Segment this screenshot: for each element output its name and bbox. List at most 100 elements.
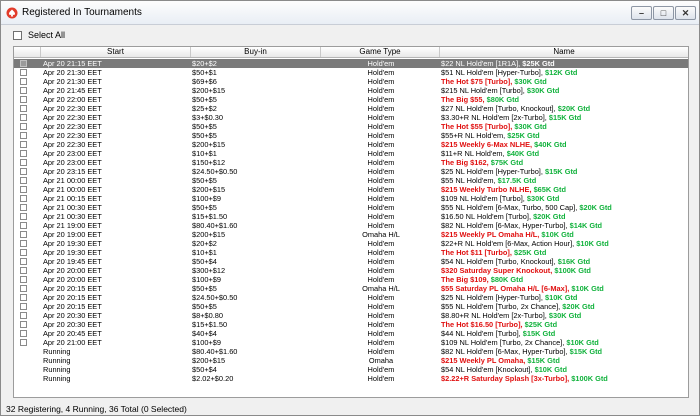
row-checkbox[interactable]	[20, 132, 27, 139]
row-checkbox[interactable]	[20, 312, 27, 319]
table-row[interactable]: Apr 20 20:15 EET $50+$5 Omaha H/L $55 Satur…	[14, 284, 688, 293]
row-checkbox[interactable]	[20, 204, 27, 211]
buyin-cell: $100+$9	[192, 194, 221, 203]
table-row[interactable]: Running $200+$15 Omaha $215 Weekly PL Omaha…	[14, 356, 688, 365]
table-row[interactable]: Apr 20 19:45 EET $50+$4 Hold'em $54 NL Hold…	[14, 257, 688, 266]
table-row[interactable]: Apr 20 21:30 EET $50+$1 Hold'em $51 NL Hold…	[14, 68, 688, 77]
table-row[interactable]: Apr 21 00:00 EET $50+$5 Hold'em $55 NL Hold…	[14, 176, 688, 185]
row-checkbox-cell	[20, 185, 29, 194]
row-checkbox[interactable]	[20, 78, 27, 85]
table-row[interactable]: Apr 20 21:00 EET $100+$9 Hold'em $109 NL Ho…	[14, 338, 688, 347]
table-row[interactable]: Apr 20 23:00 EET $10+$1 Hold'em $11+R NL Ho…	[14, 149, 688, 158]
row-checkbox-cell	[20, 86, 29, 95]
row-checkbox-cell	[20, 302, 29, 311]
table-row[interactable]: Apr 21 19:00 EET $80.40+$1.60 Hold'em $82 N…	[14, 221, 688, 230]
row-checkbox[interactable]	[20, 294, 27, 301]
row-checkbox-cell	[20, 293, 29, 302]
table-row[interactable]: Apr 20 21:30 EET $69+$6 Hold'em The Hot $75…	[14, 77, 688, 86]
row-checkbox[interactable]	[20, 114, 27, 121]
row-checkbox[interactable]	[20, 267, 27, 274]
table-row[interactable]: Apr 20 19:30 EET $10+$1 Hold'em The Hot $11…	[14, 248, 688, 257]
table-row[interactable]: Apr 20 19:00 EET $200+$15 Omaha H/L $215 We…	[14, 230, 688, 239]
row-checkbox[interactable]	[20, 186, 27, 193]
row-checkbox[interactable]	[20, 195, 27, 202]
table-row[interactable]: Apr 20 20:00 EET $100+$9 Hold'em The Big $1…	[14, 275, 688, 284]
row-checkbox[interactable]	[20, 276, 27, 283]
row-checkbox[interactable]	[20, 339, 27, 346]
row-checkbox[interactable]	[20, 285, 27, 292]
select-all-checkbox[interactable]	[13, 30, 22, 40]
table-row[interactable]: Apr 20 20:30 EET $15+$1.50 Hold'em The Hot …	[14, 320, 688, 329]
row-checkbox[interactable]	[20, 213, 27, 220]
row-checkbox[interactable]	[20, 168, 27, 175]
maximize-button[interactable]: □	[653, 6, 674, 20]
row-checkbox-cell	[20, 77, 29, 86]
table-row[interactable]: Apr 21 00:15 EET $100+$9 Hold'em $109 NL Ho…	[14, 194, 688, 203]
select-all[interactable]: Select All	[13, 29, 65, 41]
table-row[interactable]: Apr 20 21:15 EET $20+$2 Hold'em $22 NL Hold…	[14, 59, 688, 68]
row-checkbox[interactable]	[20, 321, 27, 328]
row-checkbox[interactable]	[20, 240, 27, 247]
title-bar[interactable]: Registered In Tournaments – □ ✕	[1, 1, 699, 25]
header-game-type[interactable]: Game Type	[321, 47, 440, 57]
row-checkbox[interactable]	[20, 330, 27, 337]
guarantee: $15K Gtd	[522, 329, 556, 338]
table-row[interactable]: Running $2.02+$0.20 Hold'em $2.22+R Saturda…	[14, 374, 688, 383]
header-start[interactable]: Start	[41, 47, 191, 57]
table-row[interactable]: Apr 20 20:45 EET $40+$4 Hold'em $44 NL Hold…	[14, 329, 688, 338]
game-type-cell: Hold'em	[367, 185, 395, 194]
table-row[interactable]: Apr 20 22:30 EET $50+$5 Hold'em $55+R NL Ho…	[14, 131, 688, 140]
row-checkbox[interactable]	[20, 60, 27, 67]
header-buyin[interactable]: Buy-in	[191, 47, 321, 57]
guarantee: $20K Gtd	[557, 104, 591, 113]
tournament-name: The Hot $75 [Turbo],	[441, 77, 515, 86]
name-cell: $55 NL Hold'em [6-Max, Turbo, 500 Cap], …	[441, 203, 686, 212]
row-checkbox[interactable]	[20, 258, 27, 265]
game-type-cell: Hold'em	[367, 158, 395, 167]
row-checkbox[interactable]	[20, 177, 27, 184]
table-row[interactable]: Apr 20 22:30 EET $25+$2 Hold'em $27 NL Hold…	[14, 104, 688, 113]
table-row[interactable]: Apr 21 00:30 EET $50+$5 Hold'em $55 NL Hold…	[14, 203, 688, 212]
row-checkbox[interactable]	[20, 303, 27, 310]
table-row[interactable]: Apr 20 22:30 EET $50+$5 Hold'em The Hot $55…	[14, 122, 688, 131]
buyin-cell: $200+$15	[192, 140, 226, 149]
row-checkbox[interactable]	[20, 222, 27, 229]
table-row[interactable]: Apr 20 19:30 EET $20+$2 Hold'em $22+R NL Ho…	[14, 239, 688, 248]
row-checkbox[interactable]	[20, 123, 27, 130]
minimize-button[interactable]: –	[631, 6, 652, 20]
game-type-cell: Omaha H/L	[362, 284, 400, 293]
row-checkbox[interactable]	[20, 105, 27, 112]
table-row[interactable]: Running $80.40+$1.60 Hold'em $82 NL Hold'em…	[14, 347, 688, 356]
table-row[interactable]: Apr 21 00:00 EET $200+$15 Hold'em $215 Week…	[14, 185, 688, 194]
row-checkbox[interactable]	[20, 231, 27, 238]
guarantee: $15K Gtd	[548, 113, 582, 122]
table-row[interactable]: Apr 20 22:00 EET $50+$5 Hold'em The Big $55…	[14, 95, 688, 104]
table-row[interactable]: Apr 20 21:45 EET $200+$15 Hold'em $215 NL H…	[14, 86, 688, 95]
buyin-cell: $50+$5	[192, 95, 217, 104]
table-row[interactable]: Apr 20 22:30 EET $3+$0.30 Hold'em $3.30+R N…	[14, 113, 688, 122]
row-checkbox[interactable]	[20, 159, 27, 166]
tournament-name: $55 NL Hold'em [Turbo, 2x Chance],	[441, 302, 563, 311]
table-row[interactable]: Apr 20 20:00 EET $300+$12 Hold'em $320 Satu…	[14, 266, 688, 275]
table-row[interactable]: Apr 20 20:30 EET $8+$0.80 Hold'em $8.80+R N…	[14, 311, 688, 320]
guarantee: $16K Gtd	[557, 257, 591, 266]
table-row[interactable]: Apr 20 23:00 EET $150+$12 Hold'em The Big $…	[14, 158, 688, 167]
row-checkbox[interactable]	[20, 249, 27, 256]
close-button[interactable]: ✕	[675, 6, 696, 20]
row-checkbox[interactable]	[20, 87, 27, 94]
table-row[interactable]: Apr 20 20:15 EET $24.50+$0.50 Hold'em $25 N…	[14, 293, 688, 302]
table-row[interactable]: Apr 20 22:30 EET $200+$15 Hold'em $215 Week…	[14, 140, 688, 149]
row-checkbox[interactable]	[20, 96, 27, 103]
table-row[interactable]: Apr 20 20:15 EET $50+$5 Hold'em $55 NL Hold…	[14, 302, 688, 311]
table-row[interactable]: Apr 21 00:30 EET $15+$1.50 Hold'em $16.50 N…	[14, 212, 688, 221]
guarantee: $14K Gtd	[569, 221, 603, 230]
table-row[interactable]: Apr 20 23:15 EET $24.50+$0.50 Hold'em $25 N…	[14, 167, 688, 176]
game-type-cell: Hold'em	[367, 374, 395, 383]
row-checkbox[interactable]	[20, 150, 27, 157]
table-row[interactable]: Running $50+$4 Hold'em $54 NL Hold'em [Knoc…	[14, 365, 688, 374]
row-checkbox[interactable]	[20, 141, 27, 148]
game-type-cell: Hold'em	[367, 176, 395, 185]
header-checkbox-column[interactable]	[14, 47, 41, 57]
header-name[interactable]: Name	[440, 47, 688, 57]
row-checkbox[interactable]	[20, 69, 27, 76]
